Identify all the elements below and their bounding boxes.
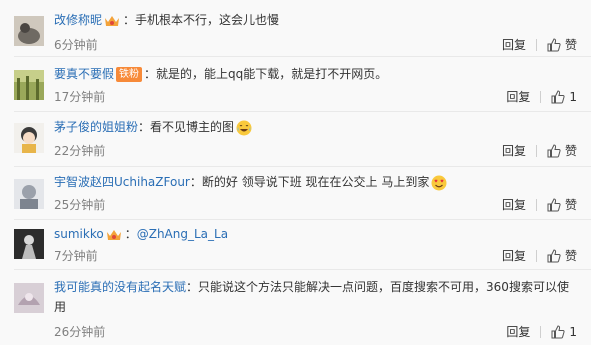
like-count: 赞 bbox=[564, 38, 577, 52]
thumbs-up-icon bbox=[551, 90, 565, 104]
comment-body: 要真不要假 铁粉 ：就是的，能上qq能下载，就是打不开网页。 bbox=[54, 67, 388, 82]
thumbs-up-icon bbox=[551, 325, 565, 339]
comment-actions: 回复 赞 bbox=[502, 37, 577, 53]
divider bbox=[535, 39, 537, 51]
comment-item: 宇智波赵四UchihaZFour：断的好 领导说下班 现在在公交上 马上到家 2… bbox=[0, 167, 591, 219]
comment-item: sumikko ：@ZhAng_La_La 7分钟前 回复 赞 bbox=[0, 220, 591, 268]
comment-body: 我可能真的没有起名天赋：只能说这个方法只能解决一点问题，百度搜索不可用，360搜… bbox=[54, 280, 569, 314]
thumbs-up-icon bbox=[547, 198, 561, 212]
comment-actions: 回复 赞 bbox=[502, 197, 577, 213]
like-count: 赞 bbox=[564, 249, 577, 263]
comment-time: 17分钟前 bbox=[54, 90, 106, 104]
comment-actions: 回复 1 bbox=[506, 324, 577, 340]
like-count: 1 bbox=[569, 325, 577, 339]
avatar[interactable] bbox=[14, 283, 44, 313]
thumbs-up-icon bbox=[547, 249, 561, 263]
comment-text: 断的好 领导说下班 现在在公交上 马上到家 bbox=[201, 175, 430, 189]
username-link[interactable]: 我可能真的没有起名天赋 bbox=[54, 280, 186, 294]
comment-actions: 回复 1 bbox=[506, 89, 577, 105]
comment-list: 改修称昵 ：手机根本不行，这会儿也慢 6分钟前 回复 赞 要真不要假 铁粉 ：就是的，… bbox=[0, 0, 591, 345]
comment-body: 改修称昵 ：手机根本不行，这会儿也慢 bbox=[54, 13, 280, 28]
reply-button[interactable]: 回复 bbox=[502, 248, 526, 264]
username-link[interactable]: 宇智波赵四UchihaZFour bbox=[54, 175, 190, 189]
username-link[interactable]: 改修称昵 bbox=[54, 13, 102, 27]
comment-actions: 回复 赞 bbox=[502, 143, 577, 159]
comment-actions: 回复 赞 bbox=[502, 248, 577, 264]
comment-body: 宇智波赵四UchihaZFour：断的好 领导说下班 现在在公交上 马上到家 bbox=[54, 172, 577, 192]
avatar[interactable] bbox=[14, 123, 44, 153]
like-button[interactable]: 赞 bbox=[547, 143, 577, 159]
comment-time: 6分钟前 bbox=[54, 38, 98, 52]
crown-badge-icon bbox=[104, 14, 120, 28]
fan-badge[interactable]: 铁粉 bbox=[116, 67, 143, 82]
like-count: 1 bbox=[569, 90, 577, 104]
tears-of-joy-emoji-icon bbox=[236, 120, 252, 135]
avatar[interactable] bbox=[14, 179, 44, 209]
comment-text: 看不见博主的图 bbox=[150, 120, 235, 134]
like-button[interactable]: 1 bbox=[551, 89, 577, 105]
reply-button[interactable]: 回复 bbox=[502, 197, 526, 213]
avatar[interactable] bbox=[14, 70, 44, 100]
divider bbox=[540, 91, 542, 103]
like-button[interactable]: 赞 bbox=[547, 197, 577, 213]
username-link[interactable]: 茅子俊的姐姐粉 bbox=[54, 120, 138, 134]
comment-body: 茅子俊的姐姐粉：看不见博主的图 bbox=[54, 117, 577, 137]
divider bbox=[535, 199, 537, 211]
like-button[interactable]: 赞 bbox=[547, 37, 577, 53]
like-count: 赞 bbox=[564, 198, 577, 212]
comment-item: 要真不要假 铁粉 ：就是的，能上qq能下载，就是打不开网页。 17分钟前 回复 1 bbox=[0, 57, 591, 111]
thumbs-up-icon bbox=[547, 144, 561, 158]
comment-item: 茅子俊的姐姐粉：看不见博主的图 22分钟前 回复 赞 bbox=[0, 112, 591, 165]
comment-text: 手机根本不行，这会儿也慢 bbox=[135, 13, 280, 27]
reply-button[interactable]: 回复 bbox=[502, 37, 526, 53]
comment-body: sumikko ：@ZhAng_La_La bbox=[54, 227, 229, 242]
crown-badge-icon bbox=[106, 228, 122, 242]
username-link[interactable]: sumikko bbox=[54, 227, 104, 241]
comment-item: 我可能真的没有起名天赋：只能说这个方法只能解决一点问题，百度搜索不可用，360搜… bbox=[0, 270, 591, 345]
comment-time: 25分钟前 bbox=[54, 198, 106, 212]
comment-time: 22分钟前 bbox=[54, 144, 106, 158]
comment-item: 改修称昵 ：手机根本不行，这会儿也慢 6分钟前 回复 赞 bbox=[0, 0, 591, 55]
reply-button[interactable]: 回复 bbox=[502, 143, 526, 159]
username-link[interactable]: 要真不要假 bbox=[54, 67, 114, 81]
comment-time: 7分钟前 bbox=[54, 249, 98, 263]
reply-button[interactable]: 回复 bbox=[506, 324, 530, 340]
like-button[interactable]: 赞 bbox=[547, 248, 577, 264]
avatar[interactable] bbox=[14, 229, 44, 259]
divider bbox=[535, 145, 537, 157]
comment-text: 就是的，能上qq能下载，就是打不开网页。 bbox=[156, 67, 388, 81]
like-button[interactable]: 1 bbox=[551, 324, 577, 340]
reply-button[interactable]: 回复 bbox=[506, 89, 530, 105]
avatar[interactable] bbox=[14, 16, 44, 46]
comment-time: 26分钟前 bbox=[54, 325, 106, 339]
mention-link[interactable]: @ZhAng_La_La bbox=[137, 227, 228, 241]
divider bbox=[540, 326, 542, 338]
like-count: 赞 bbox=[564, 144, 577, 158]
heart-eyes-emoji-icon bbox=[431, 175, 447, 190]
thumbs-up-icon bbox=[547, 38, 561, 52]
divider bbox=[535, 250, 537, 262]
